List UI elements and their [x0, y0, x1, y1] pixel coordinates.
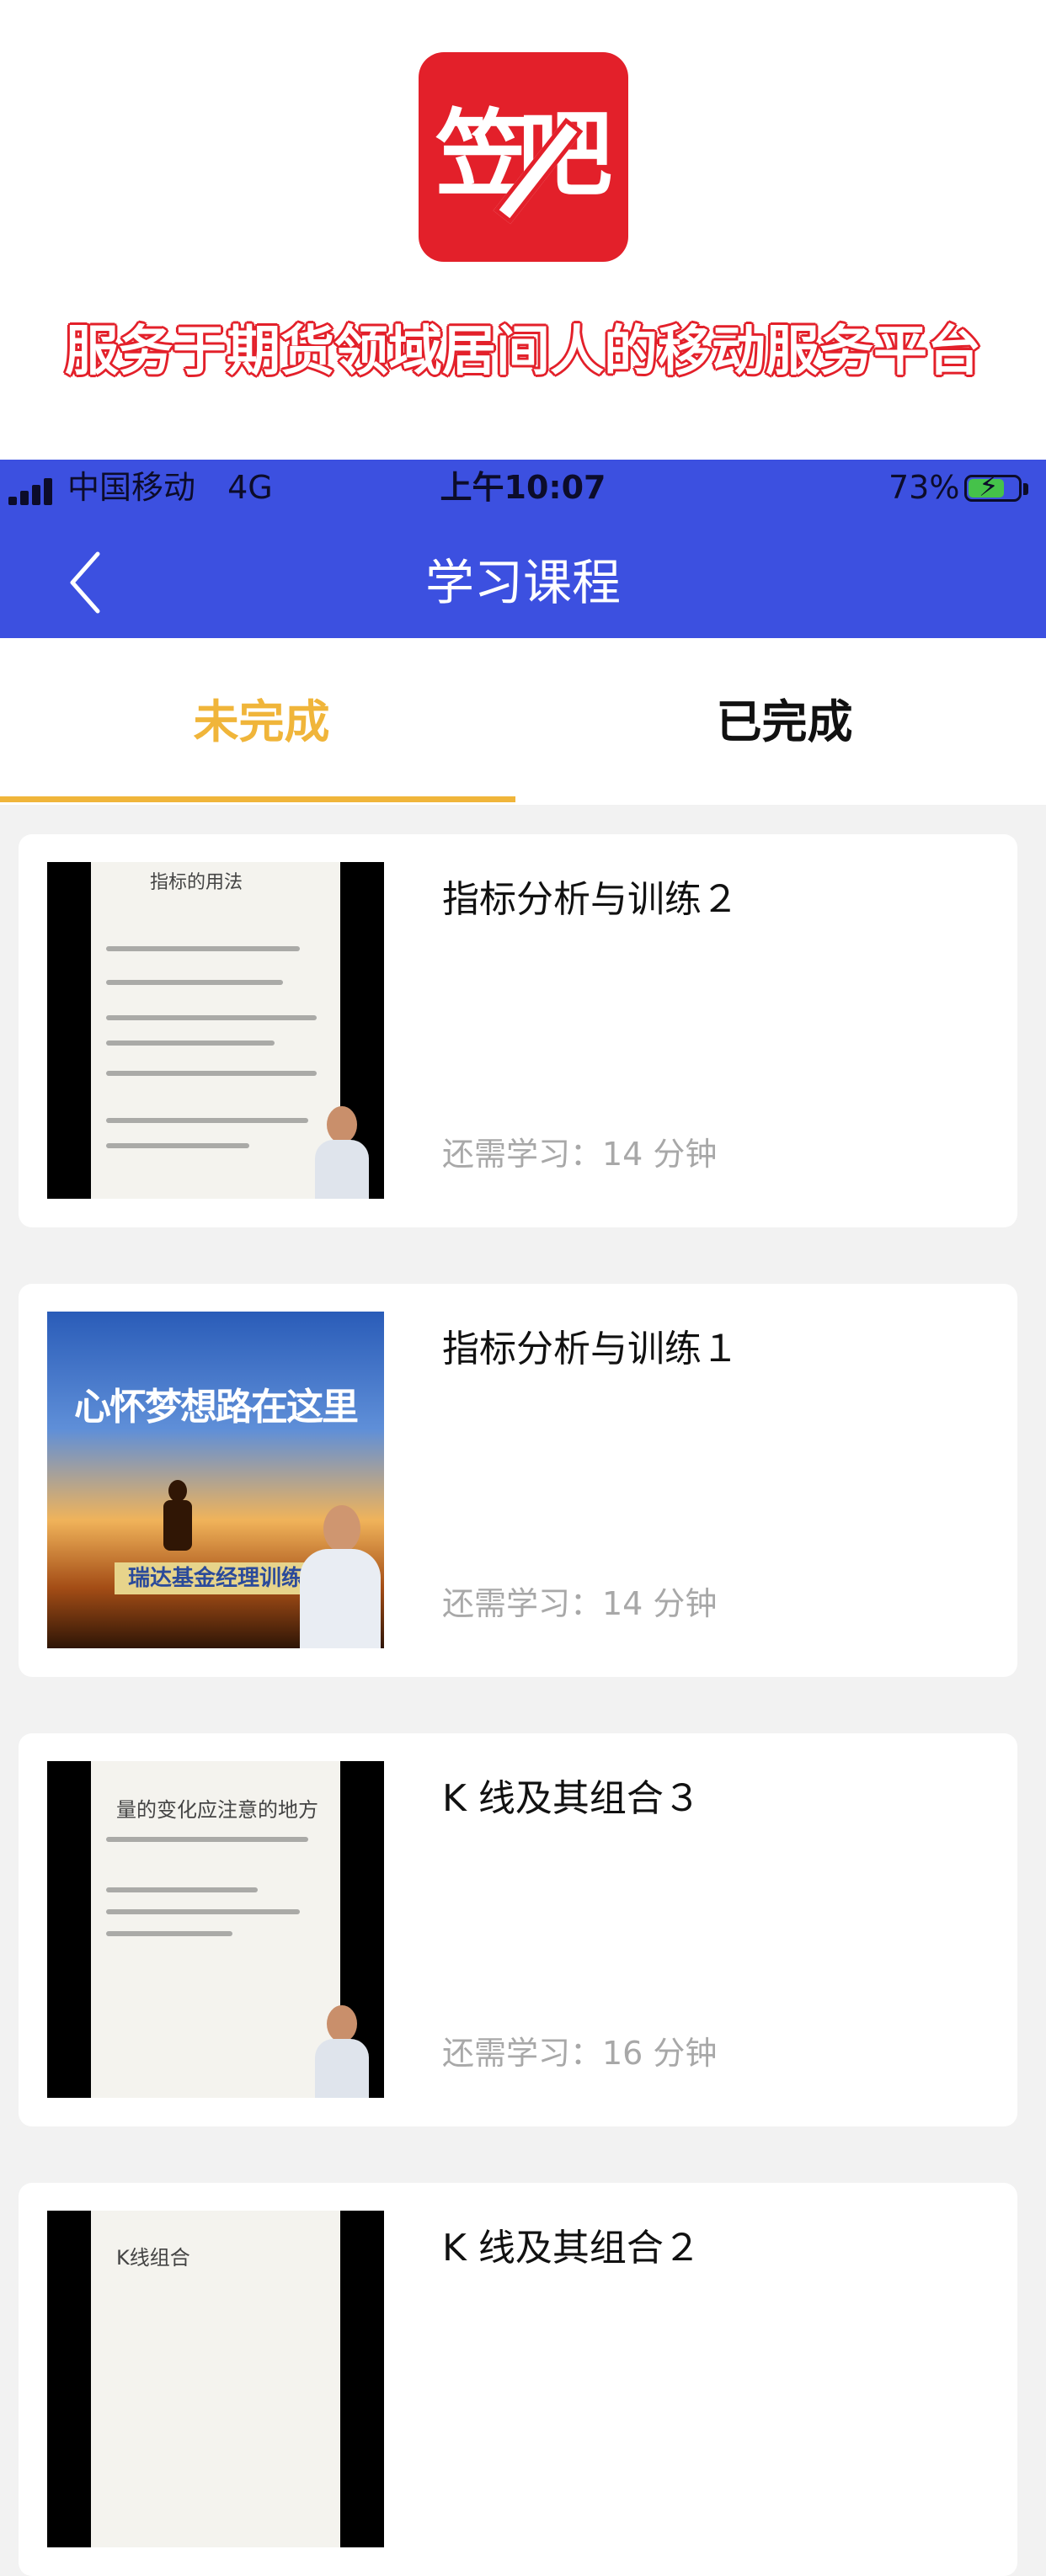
course-thumbnail: 心怀梦想路在这里 瑞达基金经理训练 [47, 1312, 384, 1648]
promo-banner: 笠 吧 服务于期货领域居间人的移动服务平台 [0, 0, 1046, 460]
course-title: K 线及其组合２ [442, 2227, 701, 2270]
course-card[interactable]: 量的变化应注意的地方 K 线及其组合３ 还需学习：16 分钟 [19, 1733, 1017, 2126]
slide-image: 量的变化应注意的地方 [91, 1761, 340, 2098]
tab-completed[interactable]: 已完成 [523, 638, 1046, 805]
course-thumbnail: 指标的用法 [47, 862, 384, 1199]
slide-image: K线组合 [91, 2211, 340, 2547]
app-logo: 笠 吧 [419, 52, 628, 262]
status-bar: 中国移动 4G 上午10:07 73% ⚡ [0, 460, 1046, 515]
slide-heading: K线组合 [116, 2246, 190, 2270]
slide-heading: 指标的用法 [150, 872, 243, 893]
course-title: K 线及其组合３ [442, 1777, 701, 1820]
course-card[interactable]: K线组合 K 线及其组合２ [19, 2183, 1017, 2576]
presenter-image [315, 2005, 369, 2098]
silhouette-figure [148, 1480, 207, 1573]
navigation-bar: 学习课程 [0, 515, 1046, 638]
course-title: 指标分析与训练１ [442, 1328, 739, 1370]
battery-percent: 73% [889, 469, 960, 506]
tab-bar: 未完成 已完成 [0, 638, 1046, 805]
motivation-poster-image: 心怀梦想路在这里 瑞达基金经理训练 [47, 1312, 384, 1648]
charging-bolt-icon: ⚡ [979, 470, 999, 503]
course-remaining-time: 还需学习：16 分钟 [442, 2035, 718, 2072]
poster-band: 瑞达基金经理训练 [115, 1562, 317, 1594]
page-title: 学习课程 [424, 554, 621, 611]
slide-heading: 量的变化应注意的地方 [116, 1798, 318, 1822]
course-card[interactable]: 心怀梦想路在这里 瑞达基金经理训练 指标分析与训练１ 还需学习：14 分钟 [19, 1284, 1017, 1677]
presenter-image [315, 1106, 369, 1199]
course-thumbnail: 量的变化应注意的地方 [47, 1761, 384, 2098]
course-card[interactable]: 指标的用法 指标分析与训练２ 还需学习：14 分钟 [19, 834, 1017, 1227]
poster-text: 心怀梦想路在这里 [74, 1386, 359, 1429]
course-thumbnail: K线组合 [47, 2211, 384, 2547]
course-remaining-time: 还需学习：14 分钟 [442, 1136, 718, 1173]
tab-incomplete[interactable]: 未完成 [0, 638, 523, 805]
slide-image: 指标的用法 [91, 862, 340, 1199]
active-tab-indicator [0, 796, 515, 802]
course-remaining-time: 还需学习：14 分钟 [442, 1585, 718, 1622]
presenter-image [300, 1505, 381, 1648]
battery-tip [1023, 483, 1028, 495]
slogan: 服务于期货领域居间人的移动服务平台 [65, 321, 981, 383]
course-title: 指标分析与训练２ [442, 878, 739, 921]
